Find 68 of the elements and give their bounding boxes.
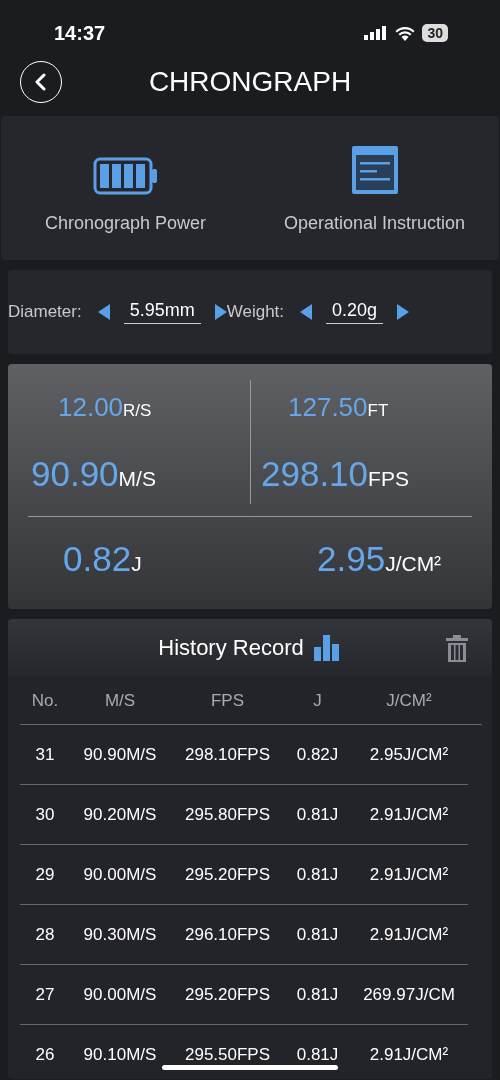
table-cell: 2.91J/CM² <box>369 924 449 945</box>
reading-unit: J/CM² <box>385 552 442 576</box>
table-cell: 0.81J <box>296 864 339 885</box>
table-cell: 31 <box>35 744 55 765</box>
table-cell: 90.90M/S <box>83 744 157 765</box>
table-cell: 90.20M/S <box>83 804 157 825</box>
reading-unit: R/S <box>123 401 152 421</box>
table-cell: 295.20FPS <box>184 984 271 1005</box>
table-cell: 0.81J <box>296 1044 339 1065</box>
table-cell: 2.91J/CM² <box>369 804 449 825</box>
shortcut-button[interactable]: Operational Instruction <box>250 116 499 260</box>
reading-unit: J <box>131 552 142 576</box>
column-header: J/CM² <box>386 690 432 711</box>
table-cell: 30 <box>35 804 55 825</box>
column-header: No. <box>31 690 59 711</box>
reading-value: 0.82 <box>63 539 132 579</box>
table-cell: 0.81J <box>296 924 339 945</box>
table-cell: 90.00M/S <box>83 864 157 885</box>
status-time: 14:37 <box>54 21 106 45</box>
document-icon <box>350 145 399 195</box>
history-title: History Record <box>158 635 304 661</box>
reading-unit: M/S <box>118 466 156 491</box>
reading-unit: FT <box>367 401 389 421</box>
parameter-label: Diameter: <box>8 302 82 322</box>
column-header: FPS <box>210 690 245 711</box>
table-cell: 295.80FPS <box>184 804 271 825</box>
reading-value: 2.95 <box>317 539 386 579</box>
table-cell: 28 <box>35 924 55 945</box>
parameter-label: Weight: <box>226 302 285 322</box>
table-cell: 295.20FPS <box>184 864 271 885</box>
table-cell: 0.81J <box>296 984 339 1005</box>
reading-value: 127.50 <box>288 392 368 423</box>
table-cell: 27 <box>35 984 55 1005</box>
table-cell: 90.00M/S <box>83 984 157 1005</box>
table-cell: 269.97J/CM <box>363 984 455 1005</box>
signal-icon <box>364 26 389 40</box>
increase-icon[interactable] <box>397 304 410 320</box>
reading-value: 90.90 <box>31 453 119 494</box>
battery-icon <box>92 157 159 195</box>
table-cell: 296.10FPS <box>184 924 271 945</box>
shortcut-button[interactable]: Chronograph Power <box>1 116 250 260</box>
column-header: J <box>313 690 322 711</box>
reading-value: 12.00 <box>58 392 124 423</box>
table-cell: 26 <box>35 1044 55 1065</box>
table-cell: 2.91J/CM² <box>369 864 449 885</box>
reading-value: 298.10 <box>261 453 369 494</box>
table-cell: 2.91J/CM² <box>369 1044 449 1065</box>
table-cell: 90.30M/S <box>83 924 157 945</box>
table-cell: 298.10FPS <box>184 744 271 765</box>
bar-chart-icon[interactable] <box>313 635 342 661</box>
decrease-icon[interactable] <box>300 304 313 320</box>
table-cell: 295.50FPS <box>184 1044 271 1065</box>
wifi-icon <box>395 25 416 41</box>
parameter-field[interactable]: 0.20g <box>326 300 384 324</box>
trash-icon[interactable] <box>446 634 468 662</box>
increase-icon[interactable] <box>214 304 227 320</box>
table-cell: 90.10M/S <box>83 1044 157 1065</box>
table-cell: 29 <box>35 864 55 885</box>
column-header: M/S <box>104 690 136 711</box>
page-title: CHRONGRAPH <box>148 66 352 98</box>
chevron-left-icon <box>34 73 48 91</box>
table-cell: 0.82J <box>296 744 339 765</box>
decrease-icon[interactable] <box>97 304 110 320</box>
battery-level: 30 <box>422 24 448 42</box>
table-cell: 2.95J/CM² <box>369 744 449 765</box>
table-cell: 0.81J <box>296 804 339 825</box>
reading-unit: FPS <box>368 466 409 491</box>
parameter-field[interactable]: 5.95mm <box>123 300 201 324</box>
